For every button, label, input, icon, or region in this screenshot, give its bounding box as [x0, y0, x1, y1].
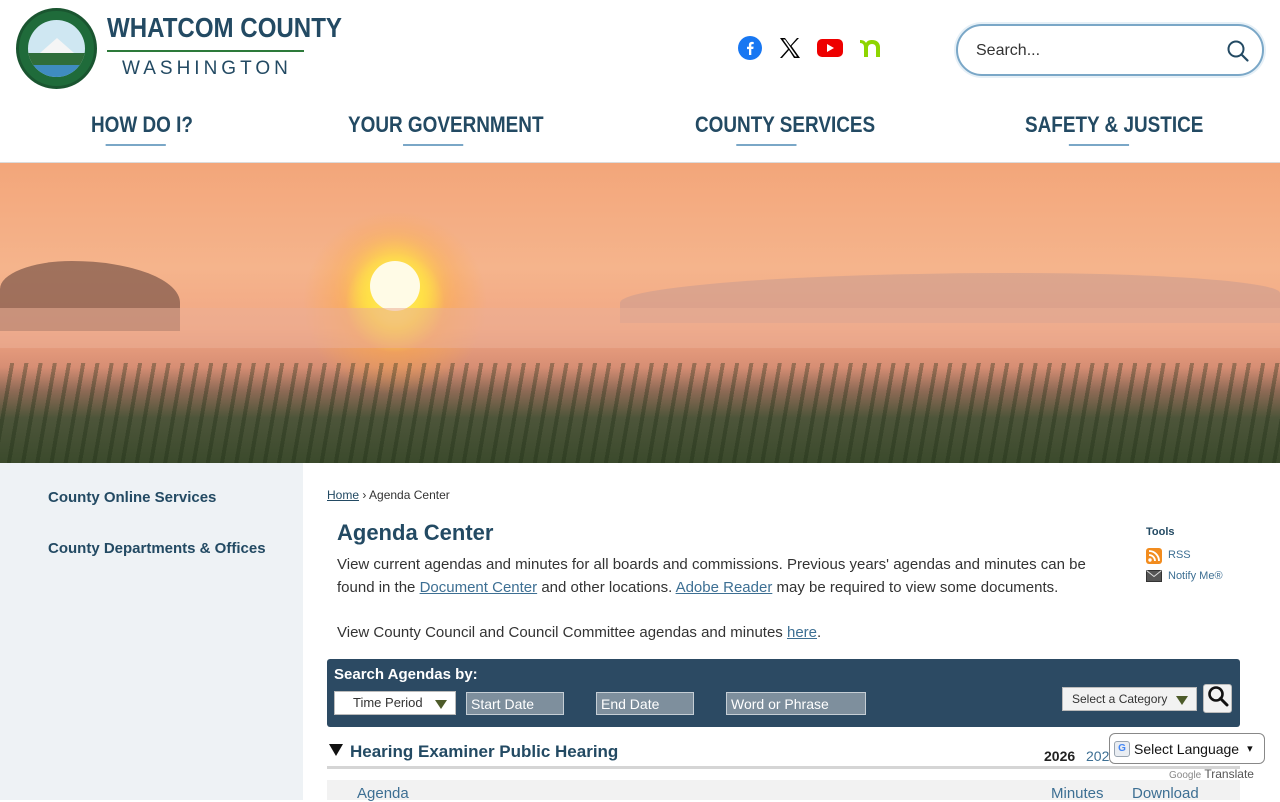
nav-label: HOW DO I? — [91, 112, 193, 137]
sidebar: County Online Services County Department… — [0, 463, 303, 800]
start-date-field[interactable]: Start Date — [466, 692, 564, 715]
nav-label: YOUR GOVERNMENT — [348, 112, 544, 137]
site-subtitle[interactable]: WASHINGTON — [122, 58, 292, 80]
council-text-period: . — [817, 624, 822, 641]
breadcrumb-home-link[interactable]: Home — [327, 488, 359, 502]
search-submit-button[interactable] — [1203, 684, 1232, 713]
sidebar-item-online-services[interactable]: County Online Services — [48, 489, 216, 506]
nav-county-services[interactable]: COUNTY SERVICES — [695, 112, 875, 146]
phrase-field[interactable]: Word or Phrase — [726, 692, 866, 715]
notify-me-link[interactable]: Notify Me® — [1146, 569, 1223, 583]
time-period-label: Time Period — [353, 695, 423, 710]
google-wordmark: Google — [1169, 770, 1202, 781]
site-search[interactable] — [956, 24, 1264, 76]
category-label: Select a Category — [1072, 692, 1168, 706]
search-icon[interactable] — [1226, 39, 1250, 63]
powered-by-google[interactable]: Google Translate — [1169, 767, 1254, 781]
council-text: View County Council and Council Committe… — [337, 621, 1097, 644]
council-here-link[interactable]: here — [787, 624, 817, 641]
time-period-select[interactable]: Time Period — [334, 691, 456, 715]
county-seal-logo[interactable] — [16, 8, 97, 89]
search-input[interactable] — [976, 38, 1216, 64]
facebook-icon[interactable] — [736, 34, 764, 62]
council-text-body: View County Council and Council Committe… — [337, 624, 783, 641]
nav-safety-justice[interactable]: SAFETY & JUSTICE — [1025, 112, 1203, 146]
breadcrumb-separator: › — [362, 488, 367, 502]
notify-me-label: Notify Me® — [1168, 570, 1223, 582]
agenda-search-panel: Search Agendas by: Time Period Start Dat… — [327, 659, 1240, 727]
year-tab-2026[interactable]: 2026 — [1044, 748, 1075, 764]
search-panel-title: Search Agendas by: — [334, 666, 478, 683]
section-title[interactable]: Hearing Examiner Public Hearing — [350, 742, 618, 762]
site-header: WHATCOM COUNTY WASHINGTON HOW DO I? YOUR… — [0, 0, 1280, 163]
language-select[interactable]: G Select Language ▾ — [1109, 733, 1265, 764]
results-header-row: Agenda Minutes Download — [327, 780, 1240, 802]
nav-label: COUNTY SERVICES — [695, 112, 876, 137]
translate-label: Translate — [1204, 767, 1254, 781]
rss-icon — [1146, 548, 1162, 564]
document-center-link[interactable]: Document Center — [420, 579, 538, 596]
nav-label: SAFETY & JUSTICE — [1025, 112, 1204, 137]
nav-how-do-i[interactable]: HOW DO I? — [91, 112, 193, 146]
main-nav: HOW DO I? YOUR GOVERNMENT COUNTY SERVICE… — [0, 112, 1280, 152]
nextdoor-icon[interactable] — [856, 34, 884, 62]
adobe-reader-link[interactable]: Adobe Reader — [676, 579, 773, 596]
hero-banner-image — [0, 163, 1280, 463]
rss-link[interactable]: RSS — [1146, 548, 1191, 564]
intro-text-2: and other locations. — [541, 579, 673, 596]
google-translate-icon: G — [1114, 740, 1130, 757]
page-title: Agenda Center — [337, 520, 494, 545]
search-icon — [1207, 685, 1229, 712]
envelope-icon — [1146, 569, 1162, 583]
youtube-icon[interactable] — [816, 34, 844, 62]
column-download[interactable]: Download — [1132, 785, 1199, 802]
collapse-triangle-icon[interactable] — [329, 744, 343, 756]
title-rule — [107, 50, 304, 52]
chevron-down-icon — [435, 700, 447, 709]
chevron-down-icon — [1176, 696, 1188, 705]
column-agenda[interactable]: Agenda — [357, 785, 409, 802]
rss-label: RSS — [1168, 549, 1191, 561]
language-select-label: Select Language — [1134, 740, 1240, 757]
chevron-down-icon: ▾ — [1247, 743, 1253, 755]
nav-your-government[interactable]: YOUR GOVERNMENT — [348, 112, 544, 146]
end-date-field[interactable]: End Date — [596, 692, 694, 715]
intro-text-3: may be required to view some documents. — [776, 579, 1059, 596]
intro-text: View current agendas and minutes for all… — [337, 553, 1097, 599]
tools-title: Tools — [1146, 526, 1175, 538]
breadcrumb: Home › Agenda Center — [327, 488, 450, 502]
category-select[interactable]: Select a Category — [1062, 687, 1197, 711]
column-minutes[interactable]: Minutes — [1051, 785, 1104, 802]
hearing-examiner-section: Hearing Examiner Public Hearing 2026 202… — [327, 741, 1240, 769]
sidebar-item-departments[interactable]: County Departments & Offices — [48, 540, 266, 557]
x-icon[interactable] — [776, 34, 804, 62]
site-title[interactable]: WHATCOM COUNTY — [107, 12, 342, 44]
breadcrumb-current: Agenda Center — [369, 488, 450, 502]
